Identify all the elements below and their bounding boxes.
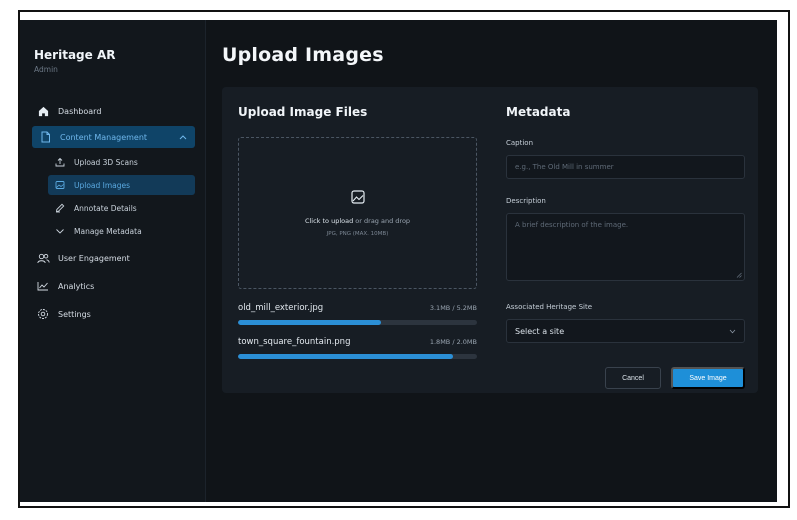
chart-icon bbox=[36, 279, 50, 293]
sidebar: Heritage AR Admin Dashboard Content Mana… bbox=[20, 20, 206, 502]
description-placeholder: A brief description of the image. bbox=[515, 221, 629, 229]
chevron-up-icon bbox=[179, 133, 187, 142]
upload-progress-bar bbox=[238, 320, 477, 325]
heritage-site-value: Select a site bbox=[515, 326, 565, 336]
page-title: Upload Images bbox=[222, 44, 384, 66]
brand: Heritage AR Admin bbox=[34, 48, 193, 74]
heritage-site-label: Associated Heritage Site bbox=[506, 303, 593, 311]
sidebar-item-upload-images[interactable]: Upload Images bbox=[48, 175, 195, 195]
file-size: 3.1MB / 5.2MB bbox=[429, 304, 477, 312]
sidebar-item-label: Dashboard bbox=[58, 106, 102, 116]
description-textarea[interactable]: A brief description of the image. bbox=[506, 213, 745, 281]
metadata-section: Metadata Caption e.g., The Old Mill in s… bbox=[506, 105, 745, 389]
file-size: 1.8MB / 2.0MB bbox=[429, 338, 477, 346]
main-content: Upload Images Upload Image Files Click t… bbox=[206, 20, 777, 502]
document-icon bbox=[38, 130, 52, 144]
resize-handle-icon[interactable] bbox=[736, 272, 742, 278]
sidebar-item-label: User Engagement bbox=[58, 253, 130, 263]
dropzone-action[interactable]: Click to upload bbox=[305, 217, 353, 225]
users-icon bbox=[36, 251, 50, 265]
form-actions: Cancel Save Image bbox=[506, 367, 745, 389]
sidebar-item-content-management[interactable]: Content Management bbox=[32, 126, 195, 148]
home-icon bbox=[36, 104, 50, 118]
file-name: old_mill_exterior.jpg bbox=[238, 303, 324, 313]
sidebar-item-label: Upload Images bbox=[74, 180, 131, 190]
upload-icon bbox=[54, 156, 66, 168]
upload-section-title: Upload Image Files bbox=[238, 105, 368, 119]
sidebar-nav-secondary: User Engagement Analytics Settings bbox=[34, 247, 193, 325]
upload-progress-fill bbox=[238, 320, 382, 325]
sidebar-item-label: Analytics bbox=[58, 281, 95, 291]
upload-progress-bar bbox=[238, 354, 477, 359]
sidebar-item-label: Content Management bbox=[60, 132, 148, 142]
content-management-submenu: Upload 3D Scans Upload Images Annotate D… bbox=[34, 152, 195, 241]
brand-title: Heritage AR bbox=[34, 48, 116, 62]
description-label: Description bbox=[506, 197, 546, 205]
file-name: town_square_fountain.png bbox=[238, 337, 351, 347]
chevron-down-icon bbox=[729, 327, 736, 336]
heritage-site-select[interactable]: Select a site bbox=[506, 319, 745, 343]
sidebar-item-label: Annotate Details bbox=[74, 203, 137, 213]
image-icon bbox=[350, 189, 366, 205]
caption-label: Caption bbox=[506, 139, 534, 147]
sidebar-item-manage-metadata[interactable]: Manage Metadata bbox=[48, 221, 193, 241]
metadata-section-title: Metadata bbox=[506, 105, 571, 119]
sidebar-item-label: Manage Metadata bbox=[74, 226, 142, 236]
upload-file-item: old_mill_exterior.jpg 3.1MB / 5.2MB bbox=[238, 303, 477, 325]
chevron-down-icon bbox=[54, 225, 66, 237]
app-window: Heritage AR Admin Dashboard Content Mana… bbox=[20, 20, 777, 502]
upload-card: Upload Image Files Click to upload or dr… bbox=[222, 87, 758, 393]
sidebar-item-settings[interactable]: Settings bbox=[34, 303, 193, 325]
sidebar-item-analytics[interactable]: Analytics bbox=[34, 275, 193, 297]
edit-icon bbox=[54, 202, 66, 214]
cancel-button[interactable]: Cancel bbox=[605, 367, 661, 389]
upload-progress-fill bbox=[238, 354, 454, 359]
sidebar-item-label: Settings bbox=[58, 309, 91, 319]
dropzone-rest: or drag and drop bbox=[353, 217, 411, 225]
dropzone-hint: JPG, PNG (MAX. 10MB) bbox=[326, 231, 389, 237]
save-image-button[interactable]: Save Image bbox=[671, 367, 745, 389]
sidebar-item-user-engagement[interactable]: User Engagement bbox=[34, 247, 193, 269]
sidebar-item-upload-3d-scans[interactable]: Upload 3D Scans bbox=[48, 152, 193, 172]
upload-file-item: town_square_fountain.png 1.8MB / 2.0MB bbox=[238, 337, 477, 359]
caption-input[interactable]: e.g., The Old Mill in summer bbox=[506, 155, 745, 179]
sidebar-item-dashboard[interactable]: Dashboard bbox=[34, 100, 193, 122]
sidebar-item-annotate-details[interactable]: Annotate Details bbox=[48, 198, 193, 218]
sidebar-nav: Dashboard Content Management Upload 3D S… bbox=[32, 100, 195, 325]
dropzone-text: Click to upload or drag and drop bbox=[305, 217, 410, 225]
caption-placeholder: e.g., The Old Mill in summer bbox=[515, 163, 614, 171]
file-dropzone[interactable]: Click to upload or drag and drop JPG, PN… bbox=[238, 137, 477, 289]
sidebar-item-label: Upload 3D Scans bbox=[74, 157, 138, 167]
gear-icon bbox=[36, 307, 50, 321]
image-icon bbox=[54, 179, 66, 191]
brand-subtitle: Admin bbox=[34, 65, 58, 74]
upload-section: Upload Image Files Click to upload or dr… bbox=[238, 105, 477, 359]
